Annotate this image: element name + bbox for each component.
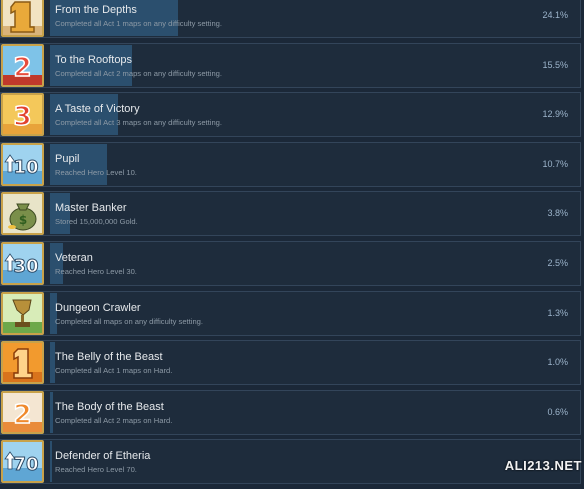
achievement-unlock-percent: 1.3%	[547, 307, 568, 318]
site-watermark: ALI213.NET	[504, 458, 582, 473]
svg-text:2: 2	[13, 53, 31, 83]
achievement-unlock-percent: 10.7%	[542, 158, 568, 169]
achievement-row[interactable]: 10 Pupil Reached Hero Level 10. 10.7%	[0, 141, 581, 187]
achievement-progress-bar	[50, 441, 52, 483]
achievement-description: Completed all Act 1 maps on Hard.	[55, 366, 173, 376]
achievement-row[interactable]: The Belly of the Beast Completed all Act…	[0, 340, 581, 386]
money-bag-icon: $	[1, 192, 44, 236]
svg-text:3: 3	[13, 102, 31, 132]
achievement-title: A Taste of Victory	[55, 103, 140, 116]
svg-text:70: 70	[13, 454, 38, 475]
achievement-description: Reached Hero Level 70.	[55, 465, 137, 475]
achievement-description: Completed all Act 2 maps on any difficul…	[55, 68, 223, 78]
achievement-description: Reached Hero Level 10.	[55, 167, 137, 177]
achievement-unlock-percent: 24.1%	[542, 10, 568, 20]
achievement-unlock-percent: 1.0%	[547, 357, 568, 368]
achievement-unlock-percent: 12.9%	[542, 109, 568, 120]
achievement-title: The Belly of the Beast	[55, 351, 163, 364]
achievement-title: Pupil	[55, 152, 80, 165]
achievement-title: To the Rooftops	[55, 53, 133, 66]
svg-text:2: 2	[13, 400, 31, 430]
achievement-row[interactable]: 30 Veteran Reached Hero Level 30. 2.5%	[0, 240, 581, 286]
level-30-arrow-icon: 30	[1, 241, 44, 285]
achievement-description: Completed all Act 2 maps on Hard.	[55, 415, 173, 425]
achievement-row[interactable]: 3 A Taste of Victory Completed all Act 3…	[0, 92, 581, 138]
achievement-list: From the Depths Completed all Act 1 maps…	[0, 0, 584, 489]
red-numeral-3-icon: 3	[1, 93, 44, 137]
svg-text:$: $	[19, 213, 27, 227]
achievement-title: The Body of the Beast	[55, 400, 164, 413]
achievement-row[interactable]: Dungeon Crawler Completed all maps on an…	[0, 290, 581, 336]
gold-numeral-1-icon	[1, 0, 44, 37]
achievement-title: From the Depths	[55, 4, 137, 16]
orange-numeral-2-icon: 2	[1, 390, 44, 434]
achievement-progress-bar	[50, 391, 53, 433]
red-numeral-2-icon: 2	[1, 43, 44, 87]
achievement-title: Veteran	[55, 251, 93, 264]
achievement-unlock-percent: 15.5%	[542, 59, 568, 70]
achievement-description: Completed all Act 3 maps on any difficul…	[55, 118, 223, 128]
achievement-unlock-percent: 3.8%	[547, 208, 568, 219]
orange-numeral-1-icon	[1, 341, 44, 385]
level-70-arrow-icon: 70	[1, 440, 44, 484]
achievement-unlock-percent: 0.6%	[547, 406, 568, 417]
svg-text:30: 30	[13, 256, 38, 277]
svg-text:10: 10	[13, 157, 38, 178]
achievement-row[interactable]: $ Master Banker Stored 15,000,000 Gold. …	[0, 191, 581, 237]
achievement-description: Completed all Act 1 maps on any difficul…	[55, 19, 223, 28]
achievement-row[interactable]: From the Depths Completed all Act 1 maps…	[0, 0, 581, 38]
achievement-row[interactable]: 2 To the Rooftops Completed all Act 2 ma…	[0, 42, 581, 88]
achievement-title: Dungeon Crawler	[55, 301, 141, 314]
achievement-row[interactable]: 2 The Body of the Beast Completed all Ac…	[0, 389, 581, 435]
achievement-description: Stored 15,000,000 Gold.	[55, 217, 138, 227]
achievement-title: Defender of Etheria	[55, 450, 151, 463]
trophy-icon	[1, 291, 44, 335]
achievement-description: Completed all maps on any difficulty set…	[55, 316, 204, 326]
achievement-title: Master Banker	[55, 202, 127, 215]
achievement-unlock-percent: 2.5%	[547, 257, 568, 268]
level-10-arrow-icon: 10	[1, 142, 44, 186]
achievement-description: Reached Hero Level 30.	[55, 266, 137, 276]
